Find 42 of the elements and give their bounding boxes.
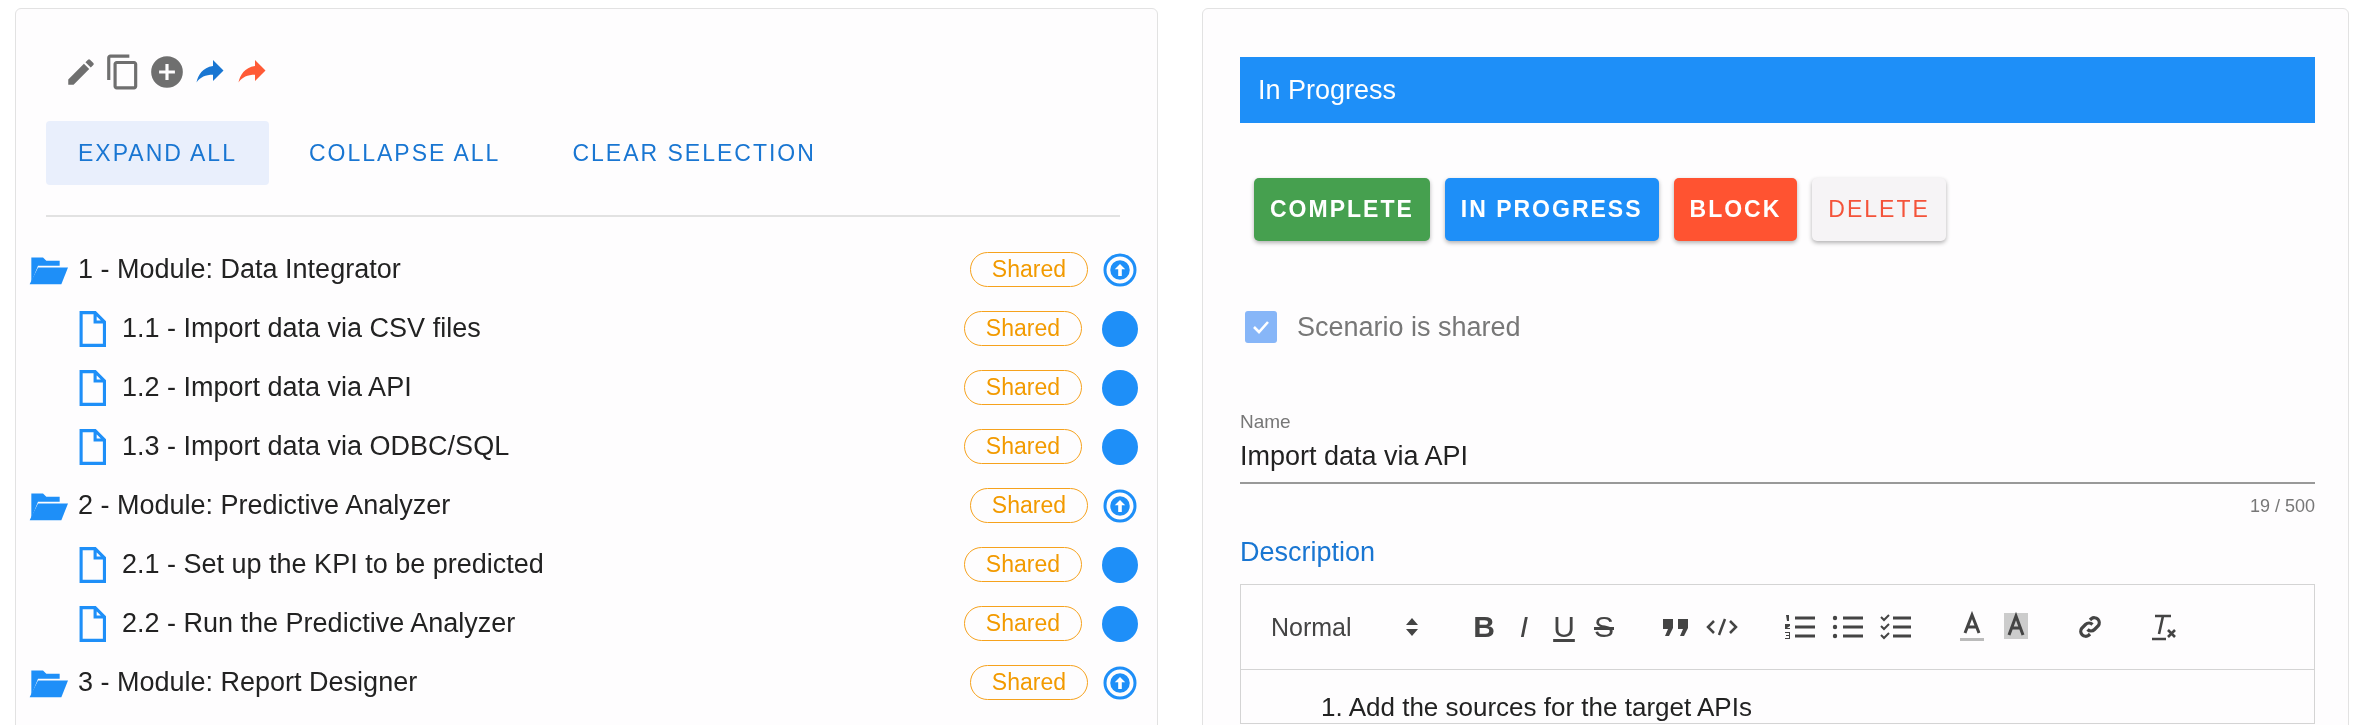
format-button[interactable]: U [1551, 610, 1577, 644]
upload-circle-icon[interactable] [1102, 664, 1138, 701]
file-icon [78, 546, 106, 583]
clear-format-icon[interactable] [2149, 612, 2179, 642]
sort-icon [1405, 616, 1419, 638]
file-icon [78, 369, 106, 406]
tree-item[interactable]: 1 - Module: Data Integrator [78, 254, 960, 285]
file-icon [78, 310, 106, 347]
shared-checkbox[interactable] [1245, 311, 1277, 343]
tree-item[interactable]: 1.3 - Import data via ODBC/SQL [122, 431, 948, 462]
tree-item[interactable]: 2.2 - Run the Predictive Analyzer [122, 608, 948, 639]
character-counter: 19 / 500 [2249, 496, 2315, 517]
format-button[interactable]: I [1511, 610, 1537, 644]
add-icon[interactable] [148, 53, 186, 91]
file-icon [78, 605, 106, 642]
field-label: Name [1240, 411, 1292, 433]
description-label: Description [1240, 537, 1377, 568]
bullet-list-icon[interactable] [1831, 613, 1865, 641]
numbered-list-icon[interactable] [1783, 613, 1817, 641]
text-color-icon[interactable] [1957, 611, 1987, 643]
tree-item[interactable]: 2 - Module: Predictive Analyzer [78, 490, 960, 521]
format-button[interactable]: S [1591, 610, 1617, 644]
tree-item[interactable]: 2.1 - Set up the KPI to be predicted [122, 549, 948, 580]
upload-circle-icon[interactable] [1102, 251, 1138, 288]
upload-circle-icon[interactable] [1102, 487, 1138, 524]
tree-action-button[interactable]: COLLAPSE ALL [276, 121, 533, 185]
tree-item[interactable]: 1.2 - Import data via API [122, 372, 948, 403]
checklist-icon[interactable] [1879, 613, 1913, 641]
checkbox-label: Scenario is shared [1297, 311, 1521, 343]
field-value: Import data via API [1240, 441, 1470, 472]
list-item-text: Add the sources for the target APIs [1348, 692, 1752, 723]
tree-item[interactable]: 1.1 - Import data via CSV files [122, 313, 948, 344]
format-dropdown[interactable]: Normal [1271, 612, 1391, 642]
tree-action-button[interactable]: EXPAND ALL [46, 121, 269, 185]
format-button[interactable]: B [1471, 610, 1497, 644]
tree-action-button[interactable]: CLEAR SELECTION [540, 121, 848, 185]
rich-text-editor[interactable]: Normal B I U S 1. Add the sources for the target APIs [1240, 584, 2315, 724]
status-header: In Progress [1240, 57, 2315, 123]
name-field[interactable]: Name Import data via API [1240, 411, 2315, 484]
file-icon [78, 428, 106, 465]
tree-item[interactable]: 3 - Module: Report Designer [78, 667, 960, 698]
list-number: 1. [1321, 692, 1343, 723]
